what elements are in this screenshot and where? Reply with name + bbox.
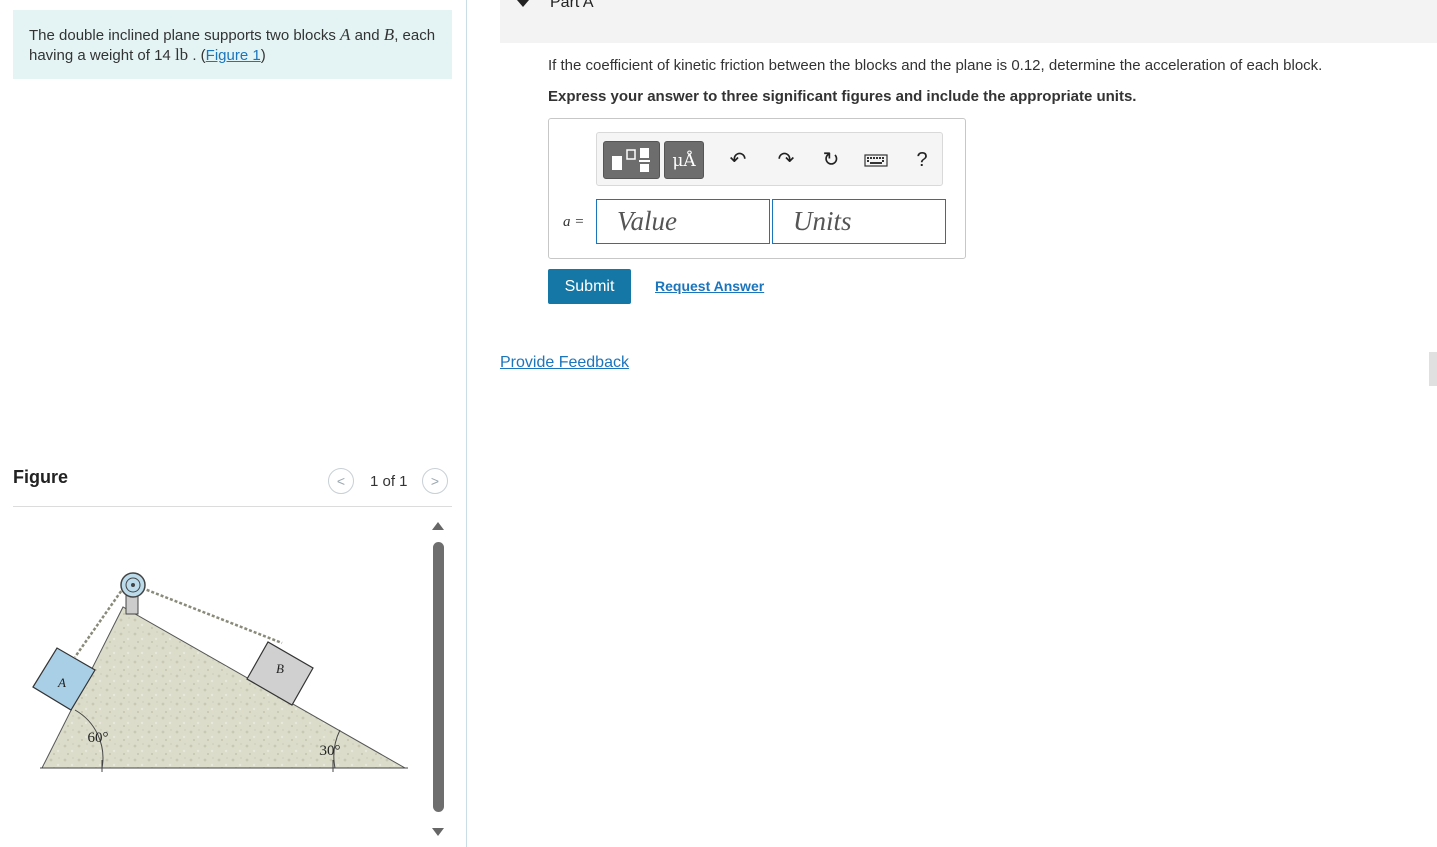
units-button[interactable]: μÅ bbox=[664, 141, 704, 179]
undo-button[interactable]: ↶ bbox=[725, 147, 751, 173]
reset-button[interactable]: ↻ bbox=[818, 147, 844, 173]
question-text: If the coefficient of kinetic friction b… bbox=[548, 57, 1323, 74]
figure-divider bbox=[13, 506, 452, 507]
scroll-down-arrow-icon[interactable] bbox=[432, 828, 444, 836]
help-icon: ? bbox=[916, 149, 928, 171]
answer-instructions: Express your answer to three significant… bbox=[548, 88, 1137, 105]
collapse-triangle-icon[interactable] bbox=[517, 0, 529, 7]
templates-icon bbox=[612, 148, 650, 172]
answer-box: μÅ ↶ ↷ ↻ ? a = Value Units bbox=[548, 118, 966, 259]
inclined-plane-figure: A B 60° 30° bbox=[32, 572, 408, 772]
problem-text-before: The double inclined plane supports two b… bbox=[29, 27, 341, 44]
figure-pager: 1 of 1 bbox=[370, 473, 408, 490]
reset-icon: ↻ bbox=[822, 149, 840, 171]
undo-icon: ↶ bbox=[729, 149, 747, 171]
panel-divider bbox=[466, 0, 467, 847]
provide-feedback-link[interactable]: Provide Feedback bbox=[500, 354, 629, 372]
prev-figure-button[interactable]: < bbox=[328, 468, 354, 494]
math-toolbar: μÅ ↶ ↷ ↻ ? bbox=[596, 132, 943, 186]
unit-symbol: lb bbox=[174, 45, 189, 64]
side-panel-handle[interactable] bbox=[1429, 352, 1437, 386]
angle-label-right: 30° bbox=[320, 743, 341, 759]
block-a-label: A bbox=[57, 675, 66, 690]
scroll-thumb[interactable] bbox=[433, 542, 444, 812]
variable-label-text: a = bbox=[563, 214, 585, 230]
redo-icon: ↷ bbox=[777, 149, 795, 171]
block-b-label: B bbox=[276, 661, 284, 676]
next-figure-button[interactable]: > bbox=[422, 468, 448, 494]
problem-statement: The double inclined plane supports two b… bbox=[13, 10, 452, 79]
units-input[interactable]: Units bbox=[772, 199, 946, 244]
templates-button[interactable] bbox=[603, 141, 660, 179]
figure-scrollbar[interactable] bbox=[428, 516, 450, 846]
problem-and: and bbox=[350, 27, 384, 44]
units-symbol: μÅ bbox=[672, 151, 696, 171]
pulley bbox=[120, 572, 146, 598]
value-input[interactable]: Value bbox=[596, 199, 770, 244]
keyboard-button[interactable] bbox=[863, 147, 889, 173]
part-title: Part A bbox=[550, 0, 594, 11]
figure-link[interactable]: Figure 1 bbox=[206, 47, 261, 64]
chevron-right-icon: > bbox=[430, 473, 440, 489]
part-header[interactable]: Part A bbox=[500, 0, 1437, 43]
chevron-left-icon: < bbox=[336, 473, 346, 489]
scroll-up-arrow-icon[interactable] bbox=[432, 522, 444, 530]
angle-label-left: 60° bbox=[88, 730, 109, 746]
problem-close-paren: ) bbox=[260, 47, 266, 64]
submit-button[interactable]: Submit bbox=[548, 269, 631, 304]
figure-title: Figure bbox=[13, 467, 69, 487]
redo-button[interactable]: ↷ bbox=[773, 147, 799, 173]
block-a-symbol: A bbox=[340, 25, 351, 44]
request-answer-link[interactable]: Request Answer bbox=[655, 278, 764, 294]
help-button[interactable]: ? bbox=[909, 147, 935, 173]
block-b-symbol: B bbox=[383, 25, 395, 44]
keyboard-icon bbox=[864, 154, 888, 167]
problem-text-after: . ( bbox=[188, 47, 206, 64]
variable-label: a = bbox=[563, 213, 584, 231]
